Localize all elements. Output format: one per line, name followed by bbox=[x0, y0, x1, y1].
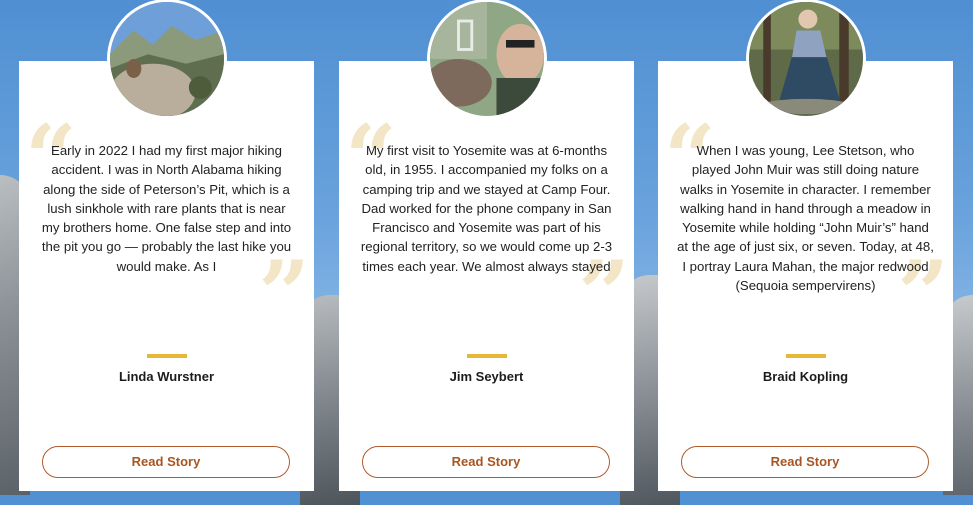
name-divider bbox=[785, 354, 826, 358]
name-divider bbox=[466, 354, 507, 358]
read-story-button[interactable]: Read Story bbox=[42, 446, 290, 478]
read-story-button[interactable]: Read Story bbox=[362, 446, 610, 478]
story-excerpt: Early in 2022 I had my first major hikin… bbox=[41, 143, 292, 274]
avatar-photo bbox=[106, 0, 227, 119]
author-name: Braid Kopling bbox=[762, 369, 849, 384]
author-name: Linda Wurstner bbox=[118, 369, 215, 384]
avatar-photo bbox=[745, 0, 866, 119]
author-name: Jim Seybert bbox=[449, 369, 524, 384]
name-divider bbox=[146, 354, 187, 358]
read-story-button[interactable]: Read Story bbox=[681, 446, 929, 478]
story-card-3: “ ” When I was young, Lee Stetson, who p… bbox=[658, 0, 953, 491]
story-card-2: “ ” My first visit to Yosemite was at 6-… bbox=[339, 0, 634, 491]
story-excerpt: My first visit to Yosemite was at 6-mont… bbox=[360, 143, 613, 274]
story-card-1: “ ” Early in 2022 I had my first major h… bbox=[19, 0, 314, 491]
avatar-photo bbox=[426, 0, 547, 119]
story-excerpt: When I was young, Lee Stetson, who playe… bbox=[677, 143, 934, 294]
